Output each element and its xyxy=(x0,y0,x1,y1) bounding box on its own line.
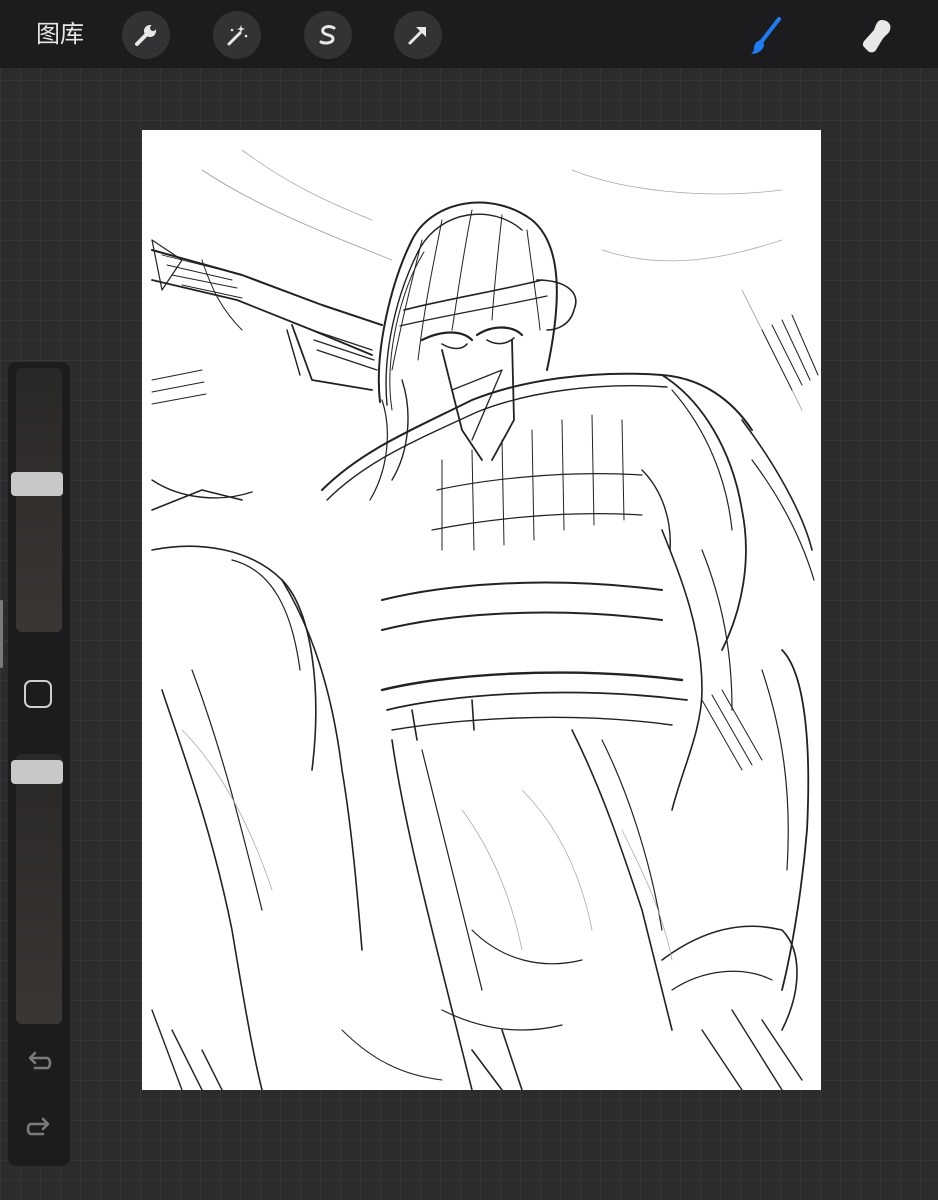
opacity-thumb[interactable] xyxy=(11,760,63,784)
brush-size-slider[interactable] xyxy=(16,368,62,632)
brush-size-thumb[interactable] xyxy=(11,472,63,496)
selection-button[interactable] xyxy=(304,11,352,59)
opacity-slider[interactable] xyxy=(16,754,62,1024)
wrench-icon xyxy=(135,25,156,46)
actions-button[interactable] xyxy=(122,11,170,59)
modify-button[interactable] xyxy=(24,680,52,708)
transform-button[interactable] xyxy=(394,11,442,59)
transform-arrow-icon xyxy=(408,27,426,45)
magic-wand-icon xyxy=(227,25,248,46)
pencil-sketch xyxy=(151,149,819,1090)
smudge-button[interactable] xyxy=(852,12,900,60)
undo-icon[interactable] xyxy=(25,1050,53,1074)
smudge-icon xyxy=(862,20,891,53)
adjustments-button[interactable] xyxy=(213,11,261,59)
sidebar xyxy=(8,362,70,1166)
selection-s-icon xyxy=(319,25,336,45)
brush-button[interactable] xyxy=(742,12,790,60)
sidebar-handle[interactable] xyxy=(0,600,3,668)
gallery-button[interactable]: 图库 xyxy=(36,16,84,52)
procreate-app: 图库 xyxy=(0,0,938,1200)
brush-icon xyxy=(751,17,781,54)
redo-icon[interactable] xyxy=(25,1116,53,1140)
top-toolbar: 图库 xyxy=(0,0,938,68)
drawing-canvas[interactable] xyxy=(142,130,821,1090)
